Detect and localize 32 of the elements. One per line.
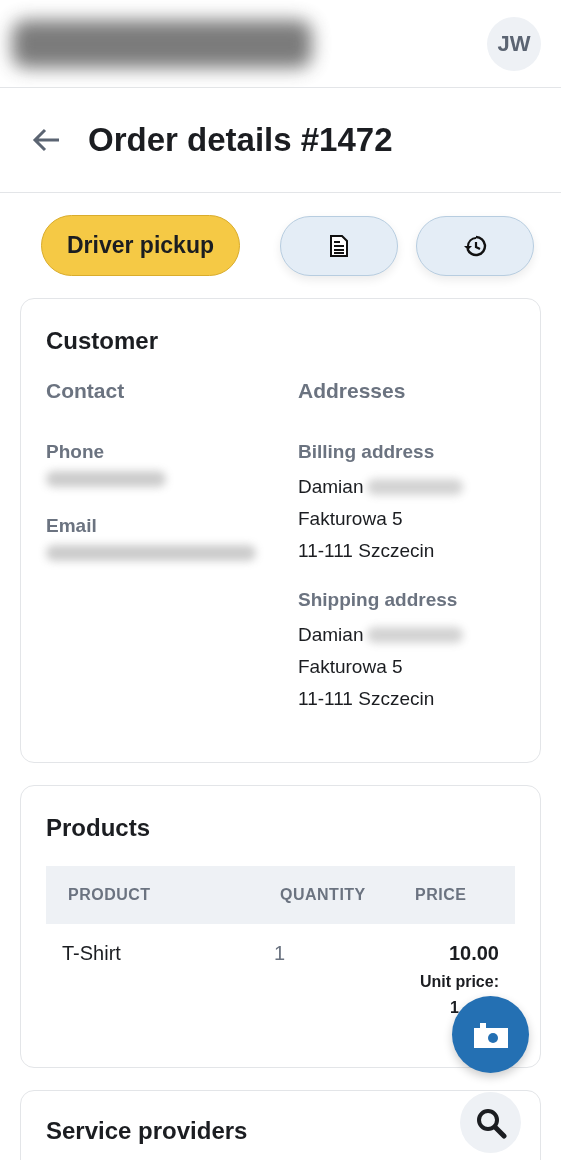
unit-price-value: 1 [450, 999, 459, 1017]
section-heading: Contact [46, 379, 126, 403]
document-icon [330, 234, 348, 257]
camera-button[interactable] [452, 996, 529, 1073]
card-title: Customer [46, 327, 159, 355]
camera-icon [472, 1020, 509, 1049]
price-cell: 10.00 [448, 942, 499, 965]
column-header: PRODUCT [68, 886, 152, 904]
field-label: Phone [46, 441, 106, 463]
address-line: Fakturowa 5 [298, 655, 403, 679]
unit-price-label: Unit price: [419, 973, 499, 991]
table-cell-text: 1 [274, 942, 287, 965]
back-arrow-icon[interactable] [32, 128, 60, 152]
card-title: Products [46, 814, 150, 842]
section-heading: Addresses [298, 379, 407, 403]
status-button[interactable]: Driver pickup [41, 215, 240, 276]
search-icon [474, 1106, 507, 1139]
column-header: QUANTITY [280, 886, 367, 904]
address-line: Fakturowa 5 [298, 507, 403, 531]
address-line: 11-111 Szczecin [298, 687, 435, 711]
address-line: 11-111 Szczecin [298, 539, 435, 563]
field-label: Shipping address [298, 589, 459, 611]
field-label: Billing address [298, 441, 436, 463]
field-label: Email [46, 515, 98, 537]
history-icon [463, 233, 487, 258]
address-line: Damian [298, 623, 364, 647]
card-title: Service providers [46, 1117, 248, 1145]
address-line: Damian [298, 475, 364, 499]
column-header: PRICE [415, 886, 468, 904]
user-avatar[interactable]: JW [487, 16, 541, 71]
table-cell-text: T-Shirt [62, 942, 122, 965]
page-title: Order details #1472 [88, 121, 393, 159]
